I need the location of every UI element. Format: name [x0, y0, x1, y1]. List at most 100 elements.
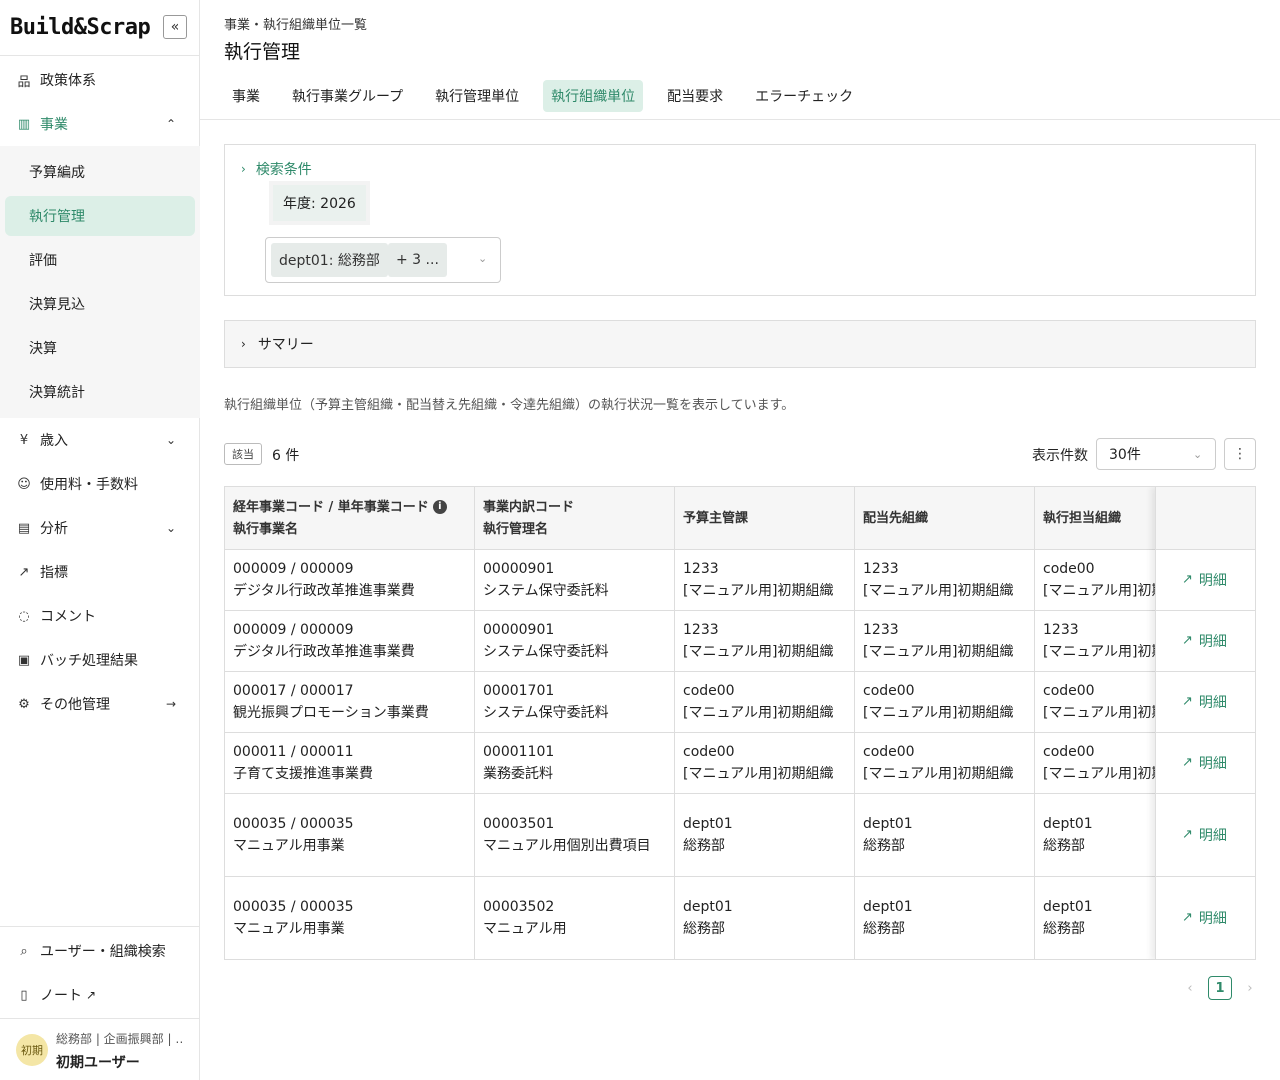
detail-link[interactable]: ↗ 明細	[1182, 825, 1227, 845]
sidebar-item-revenue[interactable]: ¥ 歳入 ⌄	[0, 422, 200, 458]
table-cell: 00000901 システム保守委託料	[475, 611, 675, 671]
tab-execution-group[interactable]: 執行事業グループ	[284, 80, 411, 112]
chevron-down-icon: ⌄	[1193, 447, 1203, 461]
sidebar-subitem-forecast[interactable]: 決算見込	[5, 284, 195, 324]
chevron-down-icon: ⌄	[478, 252, 488, 265]
detail-link[interactable]: ↗ 明細	[1182, 631, 1227, 651]
sidebar-subitem-statistics[interactable]: 決算統計	[5, 372, 195, 412]
table-row: 000009 / 000009 デジタル行政改革推進事業費 00000901 システム…	[225, 611, 1255, 672]
table-row: 000009 / 000009 デジタル行政改革推進事業費 00000901 システム…	[225, 550, 1255, 611]
more-options-button[interactable]: ⋮	[1224, 438, 1256, 470]
double-chevron-left-icon: «	[170, 19, 180, 35]
tab-allocation-request[interactable]: 配当要求	[659, 80, 731, 112]
table-row: 000017 / 000017 観光振興プロモーション事業費 00001701 システ…	[225, 672, 1255, 733]
sidebar-item-indicator[interactable]: ↗ 指標	[0, 554, 200, 590]
collapse-sidebar-button[interactable]: «	[163, 15, 187, 39]
cell-name: デジタル行政改革推進事業費	[233, 644, 415, 660]
row-divider	[1156, 732, 1255, 733]
sidebar-item-analysis[interactable]: ▤ 分析 ⌄	[0, 510, 200, 546]
table-cell: 00003502 マニュアル用	[475, 877, 675, 959]
sidebar-item-note[interactable]: ▯ ノート ↗	[0, 977, 200, 1013]
column-header-allocation-org[interactable]: 配当先組織	[855, 487, 1035, 550]
sidebar-item-project[interactable]: ▥ 事業 ⌃	[0, 106, 200, 142]
cell-name: [マニュアル用]初期組織	[863, 705, 1014, 721]
avatar: 初期	[16, 1034, 48, 1066]
sidebar: Build&Scrap « 品 政策体系 ▥ 事業 ⌃ 予算編成 執行管理 評価…	[0, 0, 200, 1080]
logo-row: Build&Scrap «	[0, 0, 199, 56]
cell-code: 1233	[683, 622, 719, 638]
summary-panel-toggle[interactable]: › サマリー	[224, 320, 1256, 368]
more-departments-tag[interactable]: + 3 ...	[388, 243, 447, 277]
tab-project[interactable]: 事業	[224, 80, 268, 112]
department-multiselect[interactable]: dept01: 総務部 + 3 ... ⌄	[265, 237, 501, 283]
sidebar-subitem-evaluation[interactable]: 評価	[5, 240, 195, 280]
detail-link[interactable]: ↗ 明細	[1182, 908, 1227, 928]
row-divider	[1156, 610, 1255, 611]
external-link-icon: ↗	[1182, 633, 1193, 648]
main-content: 事業・執行組織単位一覧 執行管理 事業 執行事業グループ 執行管理単位 執行組織…	[200, 0, 1280, 1080]
cell-name: [マニュアル用]初期組織	[683, 766, 834, 782]
cell-name: [マニュアル用]初期組織	[683, 583, 834, 599]
detail-link-label: 明細	[1198, 633, 1227, 650]
sidebar-item-label: 分析	[40, 521, 68, 537]
sidebar-item-label: ノート	[40, 988, 82, 1004]
user-menu[interactable]: 初期 総務部 | 企画振興部 | … 初期ユーザー	[16, 1028, 196, 1074]
sidebar-item-other[interactable]: ⚙ その他管理 →	[0, 686, 200, 722]
cell-code: dept01	[683, 899, 733, 915]
cell-name: マニュアル用	[483, 921, 567, 937]
sidebar-item-batch[interactable]: ▣ バッチ処理結果	[0, 642, 200, 678]
cell-name: 総務部	[863, 838, 905, 854]
table-cell: code00 [マニュアル用]初期組織	[855, 672, 1035, 732]
row-divider	[1156, 671, 1255, 672]
cell-name: [マニュアル用]初期組織	[683, 644, 834, 660]
cell-code: 1233	[863, 561, 899, 577]
sidebar-item-comment[interactable]: ◌ コメント	[0, 598, 200, 634]
column-header-breakdown-code[interactable]: 事業内訳コード 執行管理名	[475, 487, 675, 550]
cell-name: 総務部	[863, 921, 905, 937]
sidebar-item-policy[interactable]: 品 政策体系	[0, 62, 200, 98]
table-cell: 000011 / 000011 子育て支援推進事業費	[225, 733, 475, 793]
cell-code: code00	[863, 683, 915, 699]
info-icon[interactable]: i	[432, 500, 447, 514]
search-panel-toggle[interactable]: › 検索条件	[241, 159, 312, 179]
cell-code: dept01	[863, 816, 913, 832]
column-header-budget-dept[interactable]: 予算主管課	[675, 487, 855, 550]
page-number[interactable]: 1	[1208, 976, 1232, 1000]
search-panel-title: 検索条件	[255, 162, 312, 178]
cell-code: dept01	[863, 899, 913, 915]
next-page-icon[interactable]: ›	[1240, 981, 1260, 996]
sidebar-subitem-settlement[interactable]: 決算	[5, 328, 195, 368]
external-link-icon: ↗	[1182, 694, 1193, 709]
department-tag[interactable]: dept01: 総務部	[271, 243, 388, 277]
result-badge: 該当	[224, 443, 262, 465]
year-filter-tag[interactable]: 年度: 2026	[269, 181, 370, 225]
divider	[200, 119, 1280, 120]
cell-name: [マニュアル用]初期組織	[863, 766, 1014, 782]
prev-page-icon[interactable]: ‹	[1180, 981, 1200, 996]
row-divider	[1156, 876, 1255, 877]
tab-execution-unit[interactable]: 執行管理単位	[427, 80, 527, 112]
sidebar-subitem-budget[interactable]: 予算編成	[5, 152, 195, 192]
detail-link-label: 明細	[1198, 755, 1227, 772]
sidebar-subitem-execution[interactable]: 執行管理	[5, 196, 195, 236]
column-header-project-code[interactable]: 経年事業コード / 単年事業コード i 執行事業名	[225, 487, 475, 550]
cell-code: code00	[683, 744, 735, 760]
detail-link[interactable]: ↗ 明細	[1182, 753, 1227, 773]
sidebar-item-label: 使用料・手数料	[40, 477, 138, 493]
tab-error-check[interactable]: エラーチェック	[747, 80, 861, 112]
cell-name: マニュアル用事業	[233, 838, 345, 854]
detail-link[interactable]: ↗ 明細	[1182, 570, 1227, 590]
table-cell: 1233 [マニュアル用]初期組織	[855, 550, 1035, 610]
trend-icon: ↗	[18, 564, 30, 580]
sitemap-icon: 品	[17, 74, 31, 90]
divider	[0, 926, 200, 927]
detail-link[interactable]: ↗ 明細	[1182, 692, 1227, 712]
per-page-select[interactable]: 30件 ⌄	[1096, 438, 1216, 470]
cell-name: [マニュアル用]初期組織	[683, 705, 834, 721]
sidebar-item-fees[interactable]: ☺ 使用料・手数料	[0, 466, 200, 502]
summary-panel-title: サマリー	[257, 337, 314, 353]
tab-execution-org-unit[interactable]: 執行組織単位	[543, 80, 644, 112]
table-cell: 000017 / 000017 観光振興プロモーション事業費	[225, 672, 475, 732]
table-cell: 1233 [マニュアル用]初期組織	[855, 611, 1035, 671]
sidebar-item-user-search[interactable]: ⌕ ユーザー・組織検索	[0, 933, 200, 969]
